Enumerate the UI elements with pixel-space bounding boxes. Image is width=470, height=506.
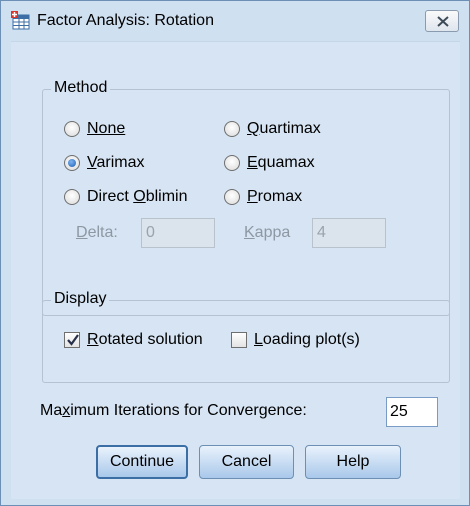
checkbox-rotated-solution[interactable]: Rotated solution — [64, 331, 203, 349]
radio-quartimax[interactable]: Quartimax — [224, 120, 321, 138]
display-group: Display Rotated solution Loading plot(s) — [42, 290, 450, 383]
radio-equamax-label: Equamax — [247, 154, 315, 171]
radio-varimax-label: Varimax — [87, 154, 145, 171]
max-iterations-label: Maximum Iterations for Convergence: — [40, 402, 307, 419]
close-button[interactable] — [425, 10, 459, 32]
close-icon — [437, 16, 449, 27]
radio-none[interactable]: None — [64, 120, 125, 138]
window-title: Factor Analysis: Rotation — [37, 12, 214, 29]
radio-direct-oblimin[interactable]: Direct Oblimin — [64, 188, 187, 206]
radio-button[interactable] — [64, 121, 80, 137]
radio-equamax[interactable]: Equamax — [224, 154, 315, 172]
cancel-button[interactable]: Cancel — [199, 445, 294, 479]
continue-button[interactable]: Continue — [96, 445, 188, 479]
radio-promax[interactable]: Promax — [224, 188, 302, 206]
checkbox[interactable] — [64, 332, 80, 348]
delta-input[interactable]: 0 — [141, 218, 215, 248]
radio-promax-label: Promax — [247, 188, 303, 205]
checkbox-loading-plots[interactable]: Loading plot(s) — [231, 331, 360, 349]
method-group: Method None Varimax Direct Oblimin Quart… — [42, 79, 450, 316]
radio-none-label: None — [87, 120, 126, 137]
checkmark-icon — [67, 334, 79, 346]
radio-button[interactable] — [64, 155, 80, 171]
help-button[interactable]: Help — [305, 445, 401, 479]
method-legend: Method — [51, 79, 111, 97]
radio-direct-oblimin-label: Direct Oblimin — [87, 188, 188, 205]
title-bar[interactable]: Factor Analysis: Rotation — [1, 1, 469, 41]
kappa-label: Kappa — [244, 224, 291, 241]
rotated-solution-label: Rotated solution — [87, 331, 203, 348]
radio-button[interactable] — [224, 121, 240, 137]
radio-varimax[interactable]: Varimax — [64, 154, 145, 172]
kappa-input[interactable]: 4 — [312, 218, 386, 248]
spss-table-icon — [11, 11, 31, 31]
dialog-window: Factor Analysis: Rotation Method None Va… — [0, 0, 470, 506]
delta-label: Delta: — [76, 224, 118, 241]
loading-plots-label: Loading plot(s) — [254, 331, 360, 348]
radio-button[interactable] — [224, 189, 240, 205]
checkbox[interactable] — [231, 332, 247, 348]
radio-button[interactable] — [224, 155, 240, 171]
radio-button[interactable] — [64, 189, 80, 205]
max-iterations-input[interactable]: 25 — [386, 397, 438, 427]
display-legend: Display — [51, 290, 110, 308]
radio-quartimax-label: Quartimax — [247, 120, 321, 137]
dialog-body: Method None Varimax Direct Oblimin Quart… — [11, 41, 460, 499]
